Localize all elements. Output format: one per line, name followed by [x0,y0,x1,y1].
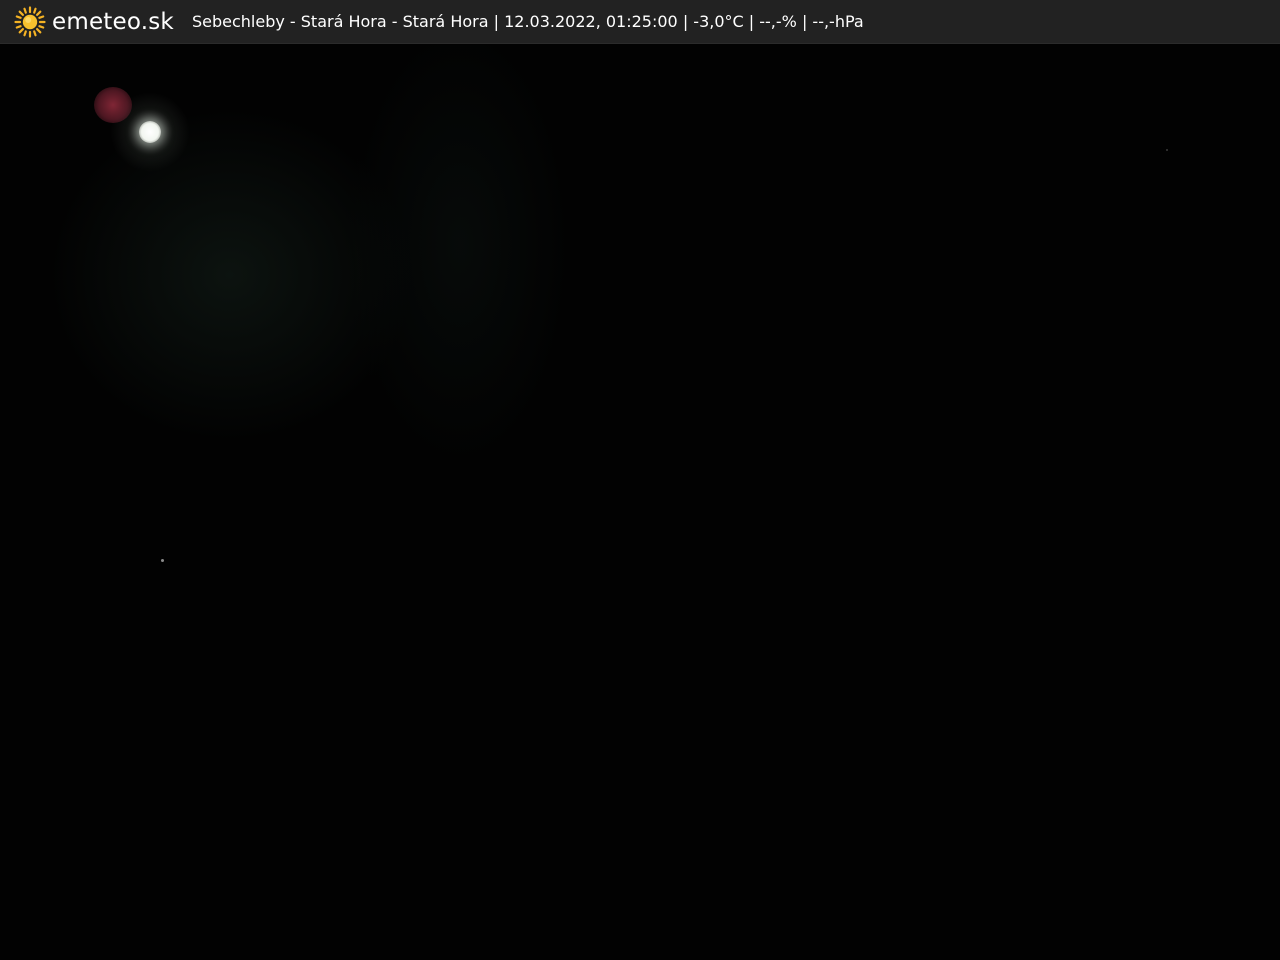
brand-name: emeteo.sk [52,8,174,35]
night-sky-image [0,45,1280,960]
sun-icon [14,5,46,38]
webcam-frame: emeteo.sk Sebechleby - Stará Hora - Star… [0,0,1280,960]
star [161,559,164,562]
lens-flare [94,87,132,123]
info-bar: emeteo.sk Sebechleby - Stará Hora - Star… [0,0,1280,44]
moon [139,121,161,143]
star [1166,149,1168,151]
station-caption: Sebechleby - Stará Hora - Stará Hora | 1… [191,11,864,31]
emeteo-logo[interactable]: emeteo.sk [14,0,174,44]
